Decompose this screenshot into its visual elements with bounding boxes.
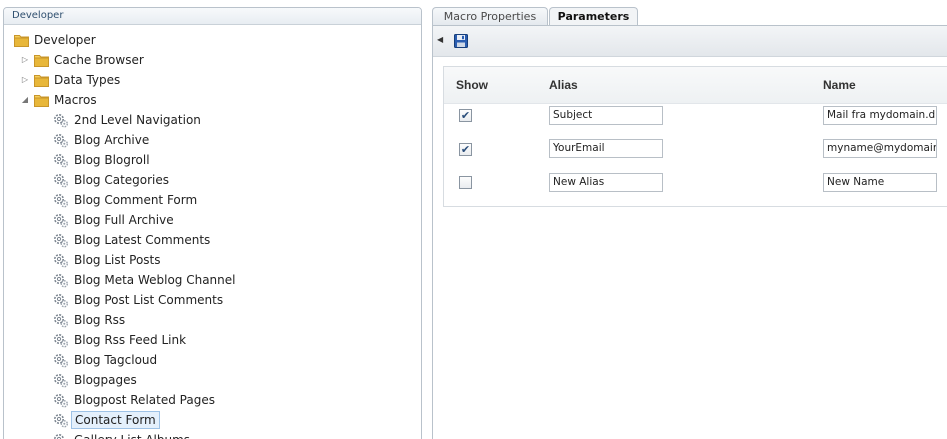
macro-gear-icon: [53, 153, 69, 168]
tree-item-label: Data Types: [54, 73, 121, 87]
tree-item-macro[interactable]: Blogpages: [4, 370, 414, 390]
tree-item-label: Blog Rss Feed Link: [74, 333, 187, 347]
macro-gear-icon: [53, 213, 69, 228]
tree-item-macro[interactable]: 2nd Level Navigation: [4, 110, 414, 130]
tree-item-macro[interactable]: Contact Form: [4, 410, 414, 430]
tree-item-macro[interactable]: Blog Rss: [4, 310, 414, 330]
parameters-table-header: Show Alias Name: [444, 67, 947, 104]
tree-item-macro[interactable]: Blogpost Related Pages: [4, 390, 414, 410]
name-input-youremail[interactable]: myname@mydomain.com: [823, 139, 937, 158]
parameters-table: Show Alias Name ✔ Subject Mail fra mydom…: [443, 66, 947, 207]
tree-item-cache-browser[interactable]: ▷ Cache Browser: [4, 50, 414, 70]
tree-item-macro[interactable]: Blog Latest Comments: [4, 230, 414, 250]
tree-item-macro[interactable]: Blog Blogroll: [4, 150, 414, 170]
column-header-name: Name: [823, 78, 856, 92]
tree-item-label: Developer: [34, 33, 96, 47]
tree-item-macro[interactable]: Blog Rss Feed Link: [4, 330, 414, 350]
macro-gear-icon: [53, 293, 69, 308]
toolbar-collapse-arrow-icon[interactable]: ◀: [437, 35, 443, 44]
tree-item-label: Blog Meta Weblog Channel: [74, 273, 236, 287]
expand-arrow-right-icon[interactable]: ▷: [20, 70, 30, 90]
macro-gear-icon: [53, 333, 69, 348]
tree-item-macros[interactable]: ◢ Macros: [4, 90, 414, 110]
folder-icon: [34, 73, 49, 87]
show-checkbox-youremail[interactable]: ✔: [459, 143, 472, 156]
developer-tree-panel: Developer Developer ▷ Cache Browser ▷ Data T…: [3, 7, 422, 439]
alias-input-subject[interactable]: Subject: [549, 106, 663, 125]
folder-icon: [34, 53, 49, 67]
macro-gear-icon: [53, 173, 69, 188]
tree-panel-header: Developer: [4, 8, 421, 25]
macro-gear-icon: [53, 433, 69, 439]
macro-gear-icon: [53, 133, 69, 148]
name-input-new[interactable]: New Name: [823, 173, 937, 192]
tree-item-label: Blog Archive: [74, 133, 150, 147]
macro-gear-icon: [53, 393, 69, 408]
tree-item-label: Blogpages: [74, 373, 137, 387]
tree-item-label: Blogpost Related Pages: [74, 393, 215, 407]
tree-item-label: Blog Blogroll: [74, 153, 150, 167]
tree-item-macro[interactable]: Blog Tagcloud: [4, 350, 414, 370]
macro-gear-icon: [53, 113, 69, 128]
tree-item-macro[interactable]: Blog Post List Comments: [4, 290, 414, 310]
tree-item-macro[interactable]: Blog Meta Weblog Channel: [4, 270, 414, 290]
macro-gear-icon: [53, 253, 69, 268]
folder-icon: [34, 93, 49, 107]
tree-item-developer[interactable]: Developer: [4, 30, 414, 50]
tree-item-label: Blog List Posts: [74, 253, 161, 267]
tree-item-label: Blog Latest Comments: [74, 233, 211, 247]
expand-arrow-right-icon[interactable]: ▷: [20, 50, 30, 70]
tree-item-label: Macros: [54, 93, 97, 107]
folder-icon: [14, 33, 29, 47]
macro-gear-icon: [53, 273, 69, 288]
alias-input-youremail[interactable]: YourEmail: [549, 139, 663, 158]
macro-gear-icon: [53, 373, 69, 388]
show-checkbox-subject[interactable]: ✔: [459, 109, 472, 122]
tree-item-label: 2nd Level Navigation: [74, 113, 201, 127]
tree-item-label: Contact Form: [71, 411, 160, 429]
column-header-alias: Alias: [549, 78, 578, 92]
tree-item-macro[interactable]: Blog List Posts: [4, 250, 414, 270]
toolbar: ◀: [433, 26, 947, 57]
tree-item-macro[interactable]: Gallery List Albums: [4, 430, 414, 439]
show-checkbox-new[interactable]: [459, 176, 472, 189]
tree-item-label: Blog Full Archive: [74, 213, 174, 227]
tree-item-label: Blog Comment Form: [74, 193, 198, 207]
tab-macro-properties[interactable]: Macro Properties: [432, 7, 548, 25]
expand-arrow-down-icon[interactable]: ◢: [20, 90, 30, 110]
tree-item-macro[interactable]: Blog Full Archive: [4, 210, 414, 230]
name-input-subject[interactable]: Mail fra mydomain.dk: [823, 106, 937, 125]
tree-item-label: Blog Post List Comments: [74, 293, 224, 307]
tree-item-label: Blog Tagcloud: [74, 353, 158, 367]
tree-item-label: Cache Browser: [54, 53, 144, 67]
tree-item-label: Gallery List Albums: [71, 432, 193, 439]
alias-input-new[interactable]: New Alias: [549, 173, 663, 192]
tree-item-data-types[interactable]: ▷ Data Types: [4, 70, 414, 90]
macro-gear-icon: [53, 233, 69, 248]
macro-gear-icon: [53, 413, 69, 428]
tree-item-macro[interactable]: Blog Comment Form: [4, 190, 414, 210]
tab-parameters[interactable]: Parameters: [549, 7, 638, 26]
tree-item-macro[interactable]: Blog Categories: [4, 170, 414, 190]
macro-gear-icon: [53, 313, 69, 328]
column-header-show: Show: [456, 78, 488, 92]
macro-gear-icon: [53, 353, 69, 368]
macro-gear-icon: [53, 193, 69, 208]
tree-item-label: Blog Categories: [74, 173, 170, 187]
tree-item-macro[interactable]: Blog Archive: [4, 130, 414, 150]
save-icon[interactable]: [454, 34, 468, 48]
tree-item-label: Blog Rss: [74, 313, 126, 327]
parameters-panel: ◀ Show Alias Name ✔ Subject Mail fra myd…: [432, 25, 947, 439]
